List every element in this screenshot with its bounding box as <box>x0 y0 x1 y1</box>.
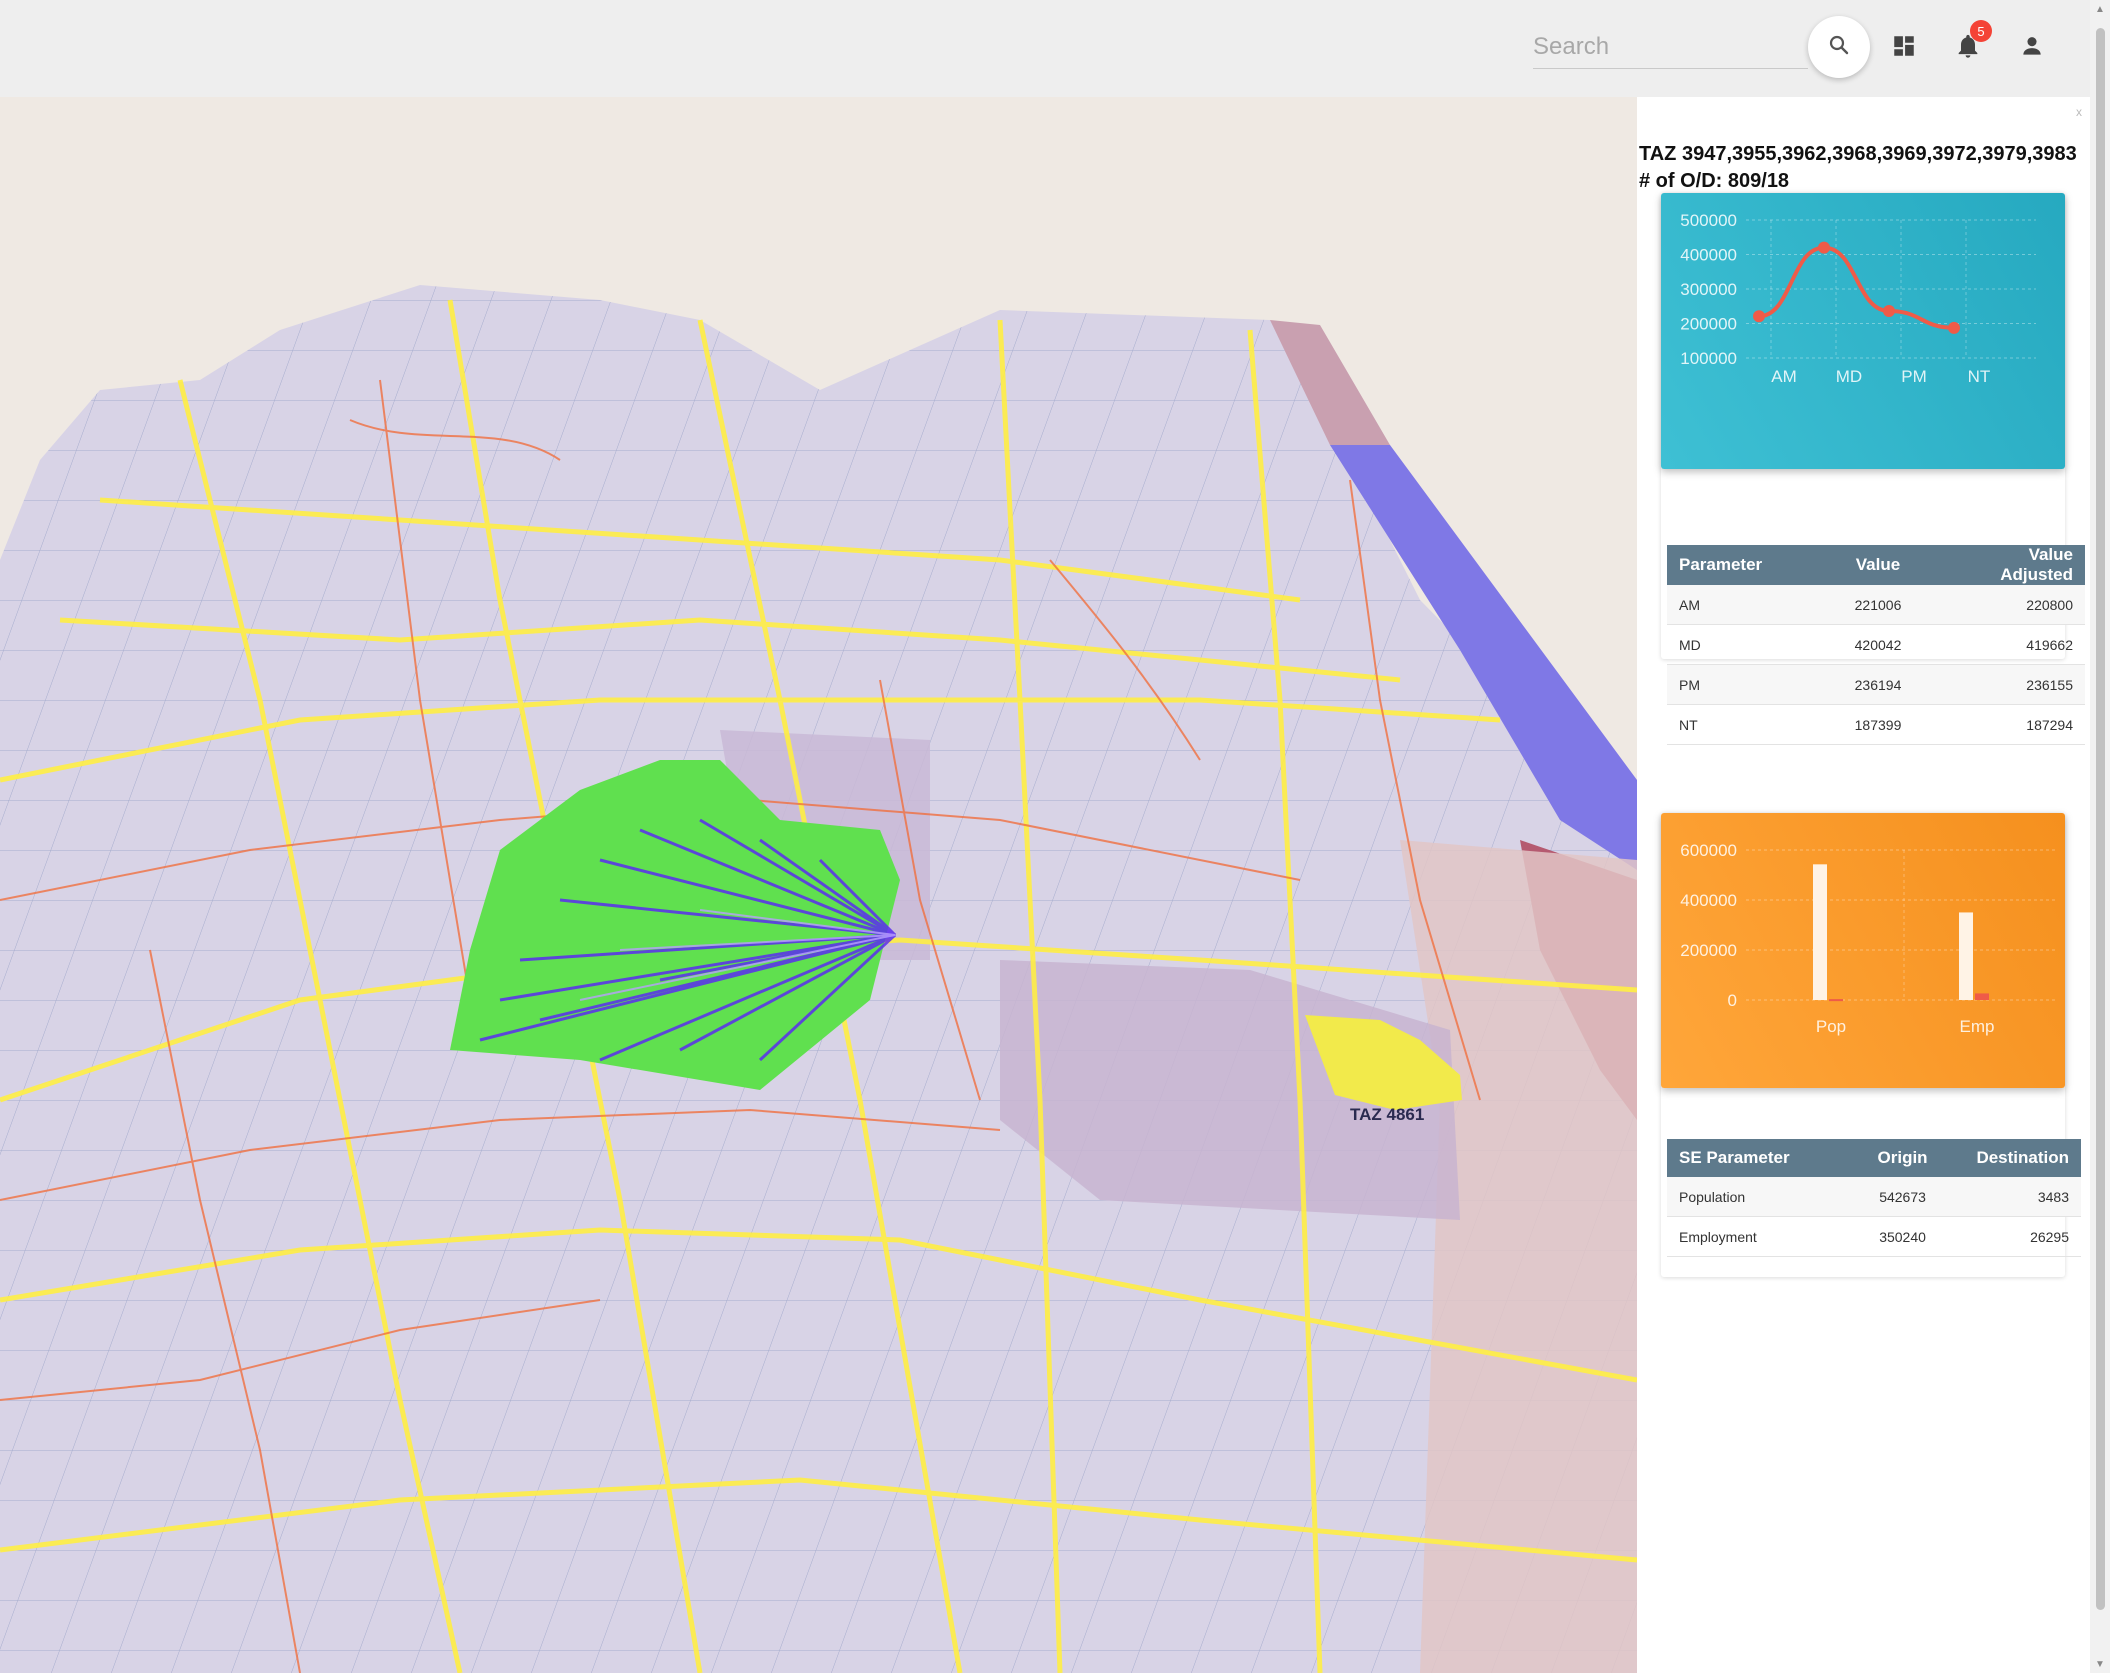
bar-origin <box>1813 864 1827 1000</box>
adjusted-value-cell: 419662 <box>1945 624 2085 665</box>
od-count: # of O/D: 809/18 <box>1639 170 1790 192</box>
value-cell: 221006 <box>1811 585 1945 625</box>
origin-cell: 542673 <box>1840 1177 1965 1217</box>
scroll-thumb[interactable] <box>2096 28 2105 1610</box>
table-row: PM 236194 236155 <box>1667 664 2085 705</box>
x-tick-label: NT <box>1968 367 1991 386</box>
profile-button[interactable] <box>2014 30 2050 66</box>
value-cell: 187399 <box>1811 704 1945 745</box>
parameter-cell: PM <box>1667 664 1811 705</box>
data-point <box>1948 321 1960 334</box>
y-tick-label: 200000 <box>1680 941 1737 960</box>
person-icon <box>2019 33 2045 64</box>
dashboard-button[interactable] <box>1886 30 1922 66</box>
notifications-button[interactable]: 5 <box>1950 20 1992 66</box>
search-input[interactable] <box>1533 26 1808 72</box>
se-table: SE Parameter Origin Destination Populati… <box>1667 1139 2081 1257</box>
x-tick-label: Pop <box>1816 1017 1846 1036</box>
adjusted-value-cell: 187294 <box>1945 704 2085 745</box>
adjusted-value-cell: 220800 <box>1945 585 2085 625</box>
data-point <box>1753 310 1765 323</box>
parameter-cell: MD <box>1667 624 1811 665</box>
adjusted-value-cell: 236155 <box>1945 664 2085 705</box>
table-row: MD 420042 419662 <box>1667 624 2085 665</box>
x-tick-label: Emp <box>1960 1017 1995 1036</box>
y-tick-label: 0 <box>1728 991 1737 1010</box>
notification-count-badge: 5 <box>1970 20 1992 42</box>
column-header: SE Parameter <box>1667 1139 1841 1177</box>
search-button[interactable] <box>1808 16 1870 78</box>
period-table: Parameter Value Value Adjusted AM 221006… <box>1667 545 2085 745</box>
map-view[interactable]: TAZ 4861 <box>0 97 1637 1673</box>
parameter-cell: Population <box>1667 1177 1841 1217</box>
x-tick-label: MD <box>1836 367 1862 386</box>
bar-origin <box>1959 912 1973 1000</box>
parameter-cell: NT <box>1667 704 1811 745</box>
data-point <box>1818 241 1830 254</box>
taz-detail-panel: x TAZ 3947,3955,3962,3968,3969,3972,3979… <box>1637 97 2090 1673</box>
map-canvas[interactable]: TAZ 4861 <box>0 97 1637 1673</box>
column-header: Value Adjusted <box>1945 545 2085 585</box>
bar-destination <box>1829 999 1843 1002</box>
y-tick-label: 200000 <box>1680 315 1737 334</box>
table-row: Employment 350240 26295 <box>1667 1216 2081 1257</box>
value-cell: 236194 <box>1811 664 1945 705</box>
scroll-up-arrow-icon[interactable]: ▲ <box>2094 4 2106 15</box>
data-point <box>1883 305 1895 318</box>
y-tick-label: 600000 <box>1680 841 1737 860</box>
line-chart-svg: 100000 200000 300000 400000 500000 AM MD PM NT <box>1680 211 2036 386</box>
parameter-cell: Employment <box>1667 1216 1841 1257</box>
y-tick-label: 300000 <box>1680 280 1737 299</box>
socioeconomic-bar-chart: 0 200000 400000 600000 Pop Emp <box>1661 813 2065 1088</box>
bar-destination <box>1975 993 1989 1000</box>
destination-cell: 26295 <box>1964 1216 2081 1257</box>
table-row: NT 187399 187294 <box>1667 704 2085 745</box>
origin-cell: 350240 <box>1840 1216 1965 1257</box>
y-tick-label: 500000 <box>1680 211 1737 230</box>
x-tick-label: PM <box>1901 367 1927 386</box>
y-tick-label: 400000 <box>1680 891 1737 910</box>
series-line <box>1758 245 1955 330</box>
column-header: Parameter <box>1667 545 1811 585</box>
y-tick-label: 400000 <box>1680 246 1737 265</box>
top-toolbar: 5 <box>0 0 2090 97</box>
search-icon <box>1827 33 1851 62</box>
parameter-cell: AM <box>1667 585 1811 625</box>
column-header: Destination <box>1964 1139 2081 1177</box>
x-tick-label: AM <box>1771 367 1797 386</box>
value-cell: 420042 <box>1811 624 1945 665</box>
bar-chart-svg: 0 200000 400000 600000 Pop Emp <box>1680 841 2056 1036</box>
table-row: Population 542673 3483 <box>1667 1177 2081 1217</box>
taz-title: TAZ 3947,3955,3962,3968,3969,3972,3979,3… <box>1639 143 2077 165</box>
scroll-down-arrow-icon[interactable]: ▼ <box>2094 1659 2106 1670</box>
close-icon[interactable]: x <box>2076 105 2082 119</box>
column-header: Origin <box>1840 1139 1965 1177</box>
taz-4861-label: TAZ 4861 <box>1350 1105 1424 1124</box>
page-scrollbar[interactable]: ▲ ▼ <box>2090 0 2110 1673</box>
dashboard-icon <box>1891 33 1917 64</box>
table-row: AM 221006 220800 <box>1667 585 2085 625</box>
search-field <box>1533 26 1808 72</box>
destination-cell: 3483 <box>1964 1177 2081 1217</box>
y-tick-label: 100000 <box>1680 349 1737 368</box>
time-period-line-chart: 100000 200000 300000 400000 500000 AM MD PM NT <box>1661 193 2065 469</box>
column-header: Value <box>1811 545 1945 585</box>
